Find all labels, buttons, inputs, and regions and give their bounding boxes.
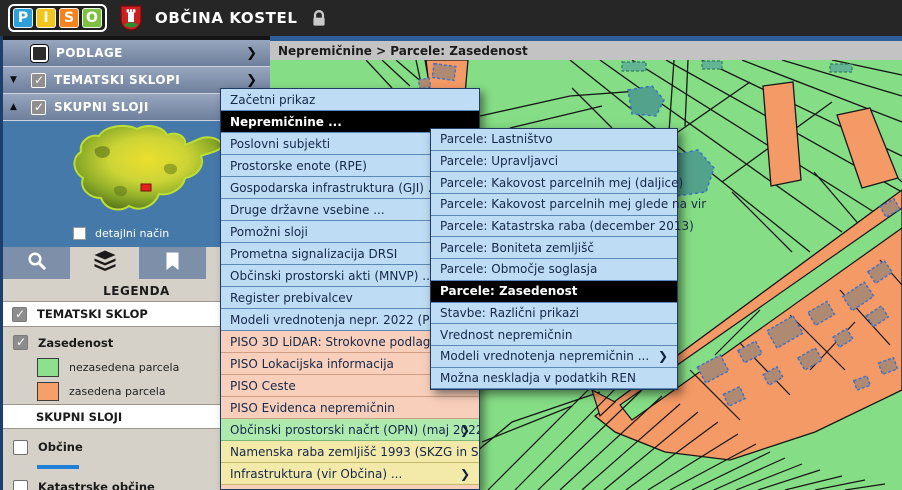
lock-icon[interactable] <box>311 9 327 27</box>
legend-color-swatch <box>37 382 59 401</box>
piso-logo-letter: S <box>59 8 79 28</box>
panel-label: PODLAGE <box>56 46 123 60</box>
tab-layers[interactable] <box>71 247 139 279</box>
legend-color-swatch <box>37 358 59 377</box>
municipality-crest-icon <box>120 5 142 32</box>
legend-group-label: Zasedenost <box>38 336 113 350</box>
piso-app: PISO OBČINA KOSTEL <box>0 0 902 490</box>
shared-layer-checkbox[interactable] <box>13 480 28 490</box>
accordion-panel[interactable]: PODLAGE ❯ <box>3 40 270 67</box>
thematic-section-label: TEMATSKI SKLOP <box>37 307 148 321</box>
piso-logo-letter: O <box>82 8 102 28</box>
submenu-item[interactable]: Stavbe: Različni prikazi <box>431 303 677 325</box>
layers-icon <box>93 250 117 276</box>
tab-bookmarks[interactable] <box>139 247 207 279</box>
submenu-item[interactable]: Parcele: Kakovost parcelnih mej (daljice… <box>431 172 677 194</box>
expand-arrow-icon[interactable] <box>10 75 23 85</box>
expand-arrow-icon[interactable] <box>10 102 23 112</box>
chevron-right-icon[interactable]: ❯ <box>246 73 257 88</box>
nepremicnine-submenu: Parcele: Lastništvo Parcele: Upravljavci… <box>430 128 678 390</box>
legend-item-label: zasedena parcela <box>69 385 166 398</box>
piso-logo[interactable]: PISO <box>8 4 107 32</box>
submenu-item[interactable]: Parcele: Boniteta zemljišč <box>431 237 677 259</box>
detail-mode-row: detajlni način <box>73 227 169 240</box>
panel-checkbox[interactable] <box>31 100 46 115</box>
menu-item[interactable]: Namenska raba zemljišč 1993 (SKZG in SDG… <box>221 441 479 463</box>
legend-item-label: nezasedena parcela <box>69 361 179 374</box>
piso-logo-letter: P <box>13 8 33 28</box>
shared-layer-label: Katastrske občine <box>38 480 155 490</box>
search-icon <box>26 250 48 276</box>
menu-item[interactable]: Občinski prostorski načrt (OPN) (maj 202… <box>221 419 479 441</box>
tab-search[interactable] <box>3 247 71 279</box>
bookmark-icon <box>165 252 180 275</box>
panel-checkbox[interactable] <box>31 45 48 62</box>
submenu-item[interactable]: Parcele: Upravljavci <box>431 151 677 173</box>
menu-item[interactable]: Začetni prikaz <box>221 89 479 111</box>
current-extent-marker <box>141 184 151 191</box>
chevron-right-icon[interactable]: ❯ <box>246 46 257 61</box>
submenu-item[interactable]: Parcele: Katastrska raba (december 2013) <box>431 216 677 238</box>
panel-checkbox[interactable] <box>31 73 46 88</box>
submenu-item[interactable]: Možna neskladja v podatkih REN <box>431 368 677 390</box>
submenu-item[interactable]: Parcele: Kakovost parcelnih mej glede na… <box>431 194 677 216</box>
app-header: PISO OBČINA KOSTEL <box>0 0 902 36</box>
panel-label: SKUPNI SLOJI <box>54 100 149 114</box>
menu-item[interactable]: Infrastruktura (vir Občina) ... <box>221 463 479 485</box>
submenu-item[interactable]: Parcele: Območje soglasja <box>431 259 677 281</box>
menu-item[interactable]: PISO Evidenca nepremičnin <box>221 397 479 419</box>
layer-line-swatch <box>37 465 79 469</box>
submenu-item[interactable]: Parcele: Zasedenost <box>431 281 677 303</box>
detail-mode-checkbox[interactable] <box>73 227 86 240</box>
shared-layer-label: Občine <box>38 440 83 454</box>
legend-group-checkbox[interactable] <box>13 335 28 350</box>
submenu-item[interactable]: Parcele: Lastništvo <box>431 129 677 151</box>
municipality-terrain-thumbnail <box>45 121 231 223</box>
municipality-title: OBČINA KOSTEL <box>155 9 298 27</box>
breadcrumb: Nepremičnine > Parcele: Zasedenost <box>270 41 902 60</box>
panel-label: TEMATSKI SKLOPI <box>54 73 180 87</box>
piso-logo-letter: I <box>36 8 56 28</box>
submenu-item[interactable]: Modeli vrednotenja nepremičnin ... <box>431 346 677 368</box>
menu-item[interactable] <box>221 485 479 490</box>
detail-mode-label: detajlni način <box>95 227 169 240</box>
shared-layer-checkbox[interactable] <box>13 440 28 455</box>
submenu-item[interactable]: Vrednost nepremičnin <box>431 324 677 346</box>
thematic-section-checkbox[interactable] <box>12 307 27 322</box>
